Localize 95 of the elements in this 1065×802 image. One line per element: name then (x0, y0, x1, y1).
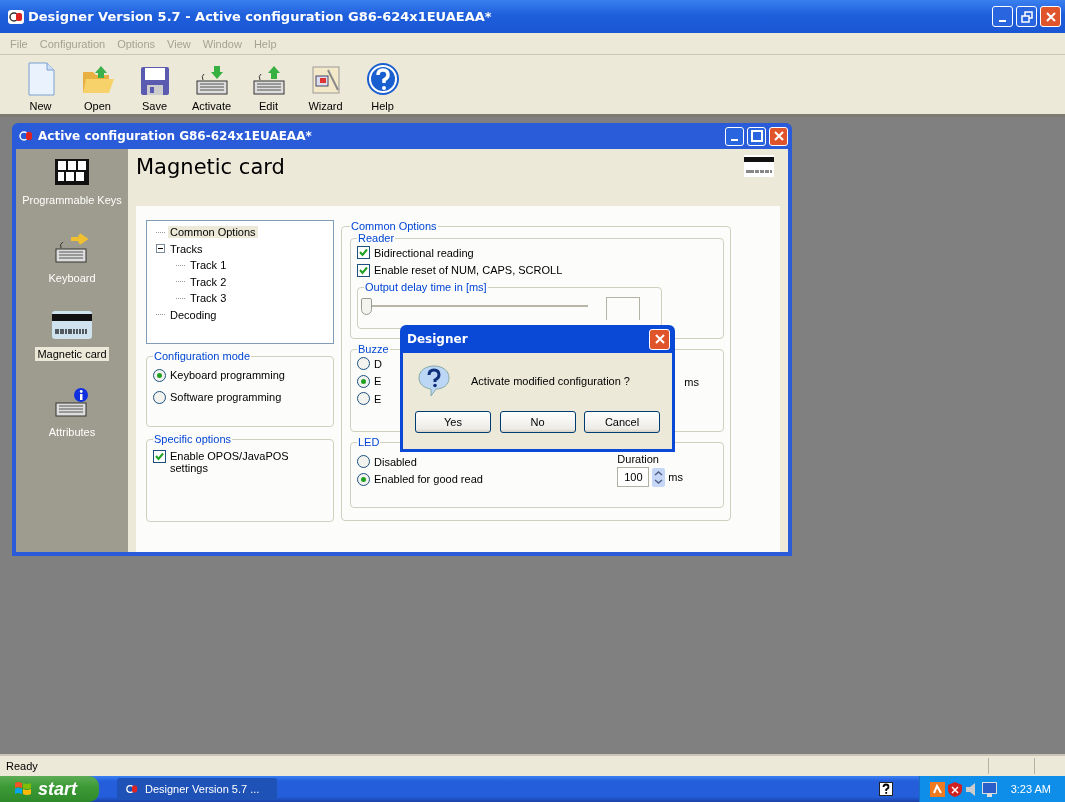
collapse-icon[interactable] (156, 244, 165, 254)
maximize-icon (750, 130, 763, 142)
group-title: Configuration mode (153, 350, 251, 362)
tray-icon[interactable] (930, 781, 945, 797)
app-logo-icon (18, 129, 34, 143)
shield-icon[interactable] (948, 781, 962, 797)
dialog-button[interactable]: Cancel (584, 411, 660, 433)
tree-item[interactable]: Decoding (168, 308, 219, 321)
toolbar-button[interactable]: Wizard (300, 64, 351, 112)
group-title: Common Options (350, 220, 438, 232)
tree-item[interactable]: Track 3 (188, 292, 229, 305)
magnetic-card-icon (52, 311, 92, 339)
monitor-icon[interactable] (982, 781, 997, 797)
input-field[interactable] (606, 297, 640, 320)
radio-button[interactable] (357, 357, 370, 371)
close-button[interactable] (769, 126, 788, 146)
option-label: E (374, 392, 382, 405)
close-icon (772, 130, 785, 142)
option-label: Disabled (374, 455, 417, 468)
minimize-icon (999, 19, 1006, 22)
radio-button[interactable] (357, 374, 370, 388)
close-icon (653, 333, 666, 345)
radio-button[interactable] (357, 392, 370, 406)
wizard-icon (309, 64, 342, 96)
group-title: Output delay time in [ms] (364, 281, 488, 293)
option-label: Enable OPOS/JavaPOS settings (170, 450, 290, 474)
dialog-button[interactable]: Yes (415, 411, 491, 433)
maximize-button[interactable] (747, 126, 766, 146)
keyboard-wrench-icon (55, 233, 89, 263)
close-button[interactable] (649, 328, 670, 350)
radio-button[interactable] (357, 455, 370, 469)
checkbox[interactable] (357, 246, 370, 260)
unit-label: ms (684, 376, 699, 389)
window-title: Designer Version 5.7 - Active configuration G86-624x1EUAEAA* (28, 9, 492, 24)
dialog-message: Activate modified configuration ? (471, 375, 630, 387)
duration-label: Duration (617, 453, 660, 465)
help-icon[interactable] (879, 782, 893, 796)
group-title: LED (357, 436, 381, 448)
spin-field[interactable]: 100 (617, 467, 650, 487)
option-label: D (374, 357, 382, 370)
toolbar-button[interactable]: Activate (186, 64, 237, 112)
app-logo-icon (125, 783, 139, 795)
start-button[interactable]: start (0, 776, 99, 802)
restore-icon (1020, 10, 1033, 23)
option-label: Software programming (170, 391, 282, 403)
unit-label: ms (668, 471, 683, 483)
magnetic-card-icon (744, 155, 774, 177)
spin-arrows-icon[interactable] (652, 467, 666, 487)
page-title: Magnetic card (136, 155, 285, 179)
toolbar-button[interactable]: Open (72, 64, 123, 112)
help-icon (365, 62, 400, 96)
document-icon (26, 62, 55, 96)
close-icon (1044, 10, 1057, 23)
clock: 3:23 AM (1010, 783, 1051, 795)
child-window-title: Active configuration G86-624x1EUAEAA* (38, 129, 312, 143)
radio-button[interactable] (153, 390, 166, 404)
tree-item[interactable]: Track 2 (188, 275, 229, 288)
dialog-title: Designer (407, 332, 468, 346)
tree-item[interactable]: Tracks (168, 242, 205, 255)
tree-item[interactable]: Common Options (168, 226, 258, 239)
dialog-button[interactable]: No (499, 411, 576, 433)
minimize-icon (731, 139, 738, 141)
folder-icon (80, 64, 115, 96)
group-title: Specific options (153, 433, 233, 445)
status-text: Ready (6, 760, 39, 772)
radio-button[interactable] (153, 368, 166, 382)
keyboard-up-arrow-icon (251, 64, 286, 96)
option-label: Keyboard programming (170, 369, 285, 381)
group-title: Buzze (357, 343, 390, 355)
toolbar-button[interactable]: Help (357, 62, 408, 112)
toolbar-button[interactable]: New (15, 62, 66, 112)
option-label: Bidirectional reading (374, 246, 474, 259)
tree-item[interactable]: Track 1 (188, 259, 229, 272)
question-icon (417, 364, 451, 398)
app-logo-icon (8, 9, 24, 24)
key-grid-icon (55, 159, 89, 185)
option-label: Enable reset of NUM, CAPS, SCROLL (374, 264, 563, 277)
flag-logo-icon (14, 781, 32, 797)
checkbox[interactable] (153, 450, 166, 463)
sidebar-item[interactable]: Magnetic card (35, 347, 109, 361)
taskbar-button[interactable]: Designer Version 5.7 ... (117, 778, 277, 800)
option-label: Enabled for good read (374, 473, 483, 486)
minimize-button[interactable] (992, 6, 1013, 27)
checkbox[interactable] (357, 263, 370, 277)
keyboard-down-arrow-icon (194, 64, 229, 96)
toolbar-button[interactable]: Edit (243, 64, 294, 112)
option-label: E (374, 375, 382, 388)
toolbar-button[interactable]: Save (129, 66, 180, 112)
keyboard-info-icon (55, 387, 89, 417)
restore-button[interactable] (1016, 6, 1037, 27)
radio-button[interactable] (357, 472, 370, 486)
group-title: Reader (357, 232, 396, 244)
minimize-button[interactable] (725, 126, 744, 146)
slider-thumb[interactable] (361, 298, 372, 315)
close-button[interactable] (1040, 6, 1061, 27)
